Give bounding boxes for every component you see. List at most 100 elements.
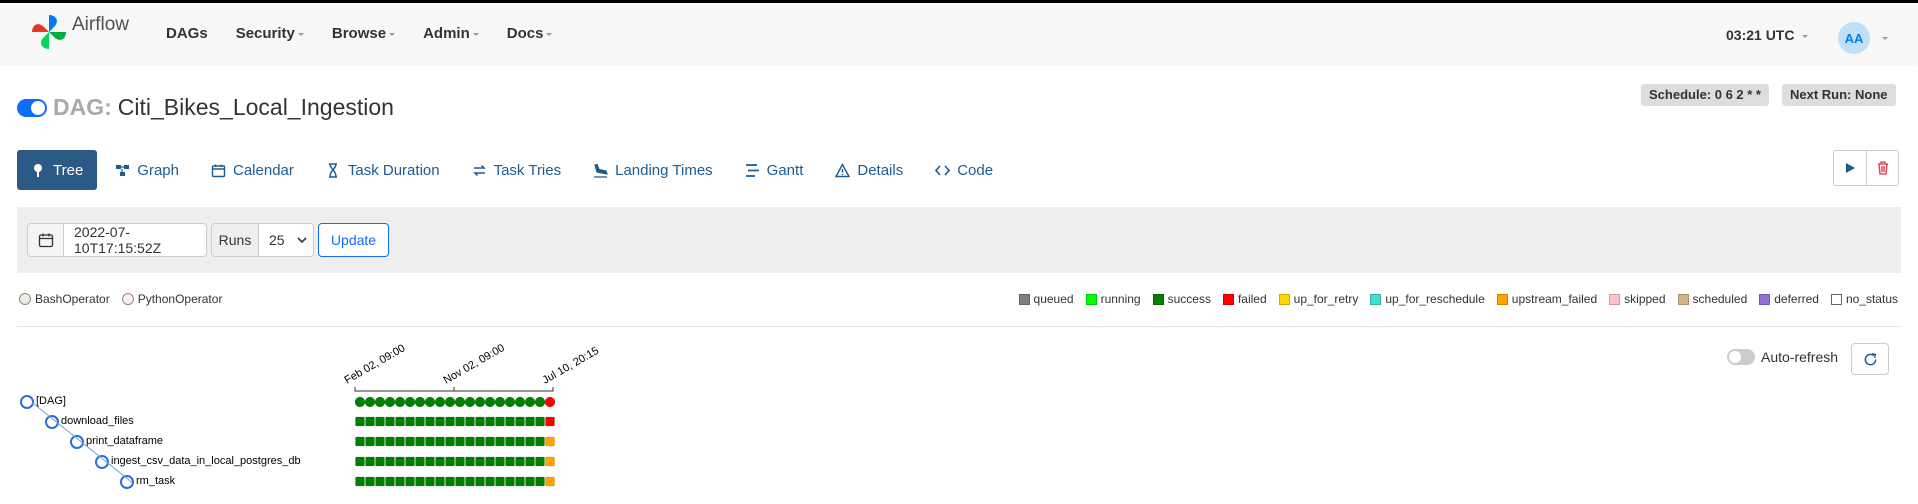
task-instance-cell[interactable] <box>445 436 455 447</box>
state-legend-skipped[interactable]: skipped <box>1609 292 1666 306</box>
task-label[interactable]: [DAG] <box>36 395 66 407</box>
task-instance-cell[interactable] <box>445 476 455 487</box>
task-label[interactable]: download_files <box>61 415 134 427</box>
dag-run-marker[interactable] <box>414 396 426 408</box>
task-instance-cell[interactable] <box>485 416 495 427</box>
task-instance-cell[interactable] <box>405 476 415 487</box>
auto-refresh-switch[interactable] <box>1727 349 1755 365</box>
task-instance-cell[interactable] <box>395 456 405 467</box>
task-instance-cell[interactable] <box>395 416 405 427</box>
task-instance-cell[interactable] <box>355 436 365 447</box>
task-instance-cell[interactable] <box>455 476 465 487</box>
task-instance-cell[interactable] <box>465 416 475 427</box>
task-instance-cell[interactable] <box>545 436 555 447</box>
dag-run-marker[interactable] <box>544 396 556 408</box>
dag-pause-toggle[interactable] <box>17 98 47 117</box>
state-legend-no_status[interactable]: no_status <box>1830 292 1898 306</box>
dag-run-marker[interactable] <box>444 396 456 408</box>
tab-code[interactable]: Code <box>921 150 1007 190</box>
task-instance-cell[interactable] <box>505 456 515 467</box>
task-instance-cell[interactable] <box>445 456 455 467</box>
task-instance-cell[interactable] <box>435 456 445 467</box>
tab-task-duration[interactable]: Task Duration <box>312 150 454 190</box>
task-instance-cell[interactable] <box>425 416 435 427</box>
dag-run-marker[interactable] <box>484 396 496 408</box>
task-instance-cell[interactable] <box>505 436 515 447</box>
task-instance-cell[interactable] <box>535 436 545 447</box>
tab-details[interactable]: Details <box>821 150 917 190</box>
task-instance-cell[interactable] <box>365 416 375 427</box>
task-instance-cell[interactable] <box>505 476 515 487</box>
tab-graph[interactable]: Graph <box>101 150 193 190</box>
task-instance-cell[interactable] <box>425 476 435 487</box>
utc-clock[interactable]: 03:21 UTC <box>1726 27 1809 43</box>
task-instance-cell[interactable] <box>495 436 505 447</box>
task-instance-cell[interactable] <box>425 436 435 447</box>
nav-docs[interactable]: Docs <box>507 25 553 42</box>
task-instance-cell[interactable] <box>385 476 395 487</box>
tab-tree[interactable]: Tree <box>17 150 98 190</box>
task-instance-cell[interactable] <box>355 416 365 427</box>
task-instance-cell[interactable] <box>415 416 425 427</box>
task-instance-cell[interactable] <box>515 476 525 487</box>
task-instance-cell[interactable] <box>355 476 365 487</box>
task-instance-cell[interactable] <box>415 436 425 447</box>
state-legend-upstream_failed[interactable]: upstream_failed <box>1496 292 1597 306</box>
task-label[interactable]: ingest_csv_data_in_local_postgres_db <box>111 455 301 467</box>
nav-security[interactable]: Security <box>236 25 304 42</box>
task-instance-cell[interactable] <box>455 416 465 427</box>
task-instance-cell[interactable] <box>545 476 555 487</box>
task-instance-cell[interactable] <box>515 456 525 467</box>
dag-run-marker[interactable] <box>524 396 536 408</box>
task-instance-cell[interactable] <box>365 476 375 487</box>
task-instance-cell[interactable] <box>465 436 475 447</box>
state-legend-success[interactable]: success <box>1152 292 1211 306</box>
task-instance-cell[interactable] <box>435 416 445 427</box>
task-instance-cell[interactable] <box>485 476 495 487</box>
dag-run-marker[interactable] <box>534 396 546 408</box>
task-instance-cell[interactable] <box>385 436 395 447</box>
task-instance-cell[interactable] <box>505 416 515 427</box>
state-legend-running[interactable]: running <box>1085 292 1141 306</box>
task-instance-cell[interactable] <box>535 476 545 487</box>
dag-run-marker[interactable] <box>474 396 486 408</box>
task-instance-cell[interactable] <box>405 416 415 427</box>
dag-run-marker[interactable] <box>464 396 476 408</box>
tab-calendar[interactable]: Calendar <box>197 150 308 190</box>
task-instance-cell[interactable] <box>405 456 415 467</box>
dag-run-marker[interactable] <box>394 396 406 408</box>
dag-run-marker[interactable] <box>354 396 366 408</box>
task-instance-cell[interactable] <box>375 416 385 427</box>
task-instance-cell[interactable] <box>445 416 455 427</box>
task-instance-cell[interactable] <box>525 416 535 427</box>
task-instance-cell[interactable] <box>485 436 495 447</box>
refresh-button[interactable] <box>1851 343 1889 375</box>
trigger-dag-button[interactable] <box>1834 151 1866 185</box>
dag-run-marker[interactable] <box>424 396 436 408</box>
task-instance-cell[interactable] <box>465 456 475 467</box>
nav-admin[interactable]: Admin <box>423 25 479 42</box>
dag-run-marker[interactable] <box>434 396 446 408</box>
update-button[interactable]: Update <box>318 223 389 257</box>
task-instance-cell[interactable] <box>515 416 525 427</box>
task-instance-cell[interactable] <box>395 476 405 487</box>
task-instance-cell[interactable] <box>385 456 395 467</box>
state-legend-up_for_reschedule[interactable]: up_for_reschedule <box>1370 292 1485 306</box>
task-instance-cell[interactable] <box>535 456 545 467</box>
task-instance-cell[interactable] <box>515 436 525 447</box>
dag-run-marker[interactable] <box>374 396 386 408</box>
runs-select[interactable]: 25 <box>258 223 314 257</box>
task-instance-cell[interactable] <box>535 416 545 427</box>
state-legend-queued[interactable]: queued <box>1018 292 1074 306</box>
task-instance-cell[interactable] <box>495 476 505 487</box>
base-date-input[interactable]: 2022-07-10T17:15:52Z <box>63 223 207 257</box>
tab-gantt[interactable]: Gantt <box>731 150 818 190</box>
task-label[interactable]: rm_task <box>136 475 175 487</box>
task-instance-cell[interactable] <box>525 456 535 467</box>
state-legend-failed[interactable]: failed <box>1222 292 1267 306</box>
task-label[interactable]: print_dataframe <box>86 435 163 447</box>
task-instance-cell[interactable] <box>485 456 495 467</box>
task-instance-cell[interactable] <box>395 436 405 447</box>
task-instance-cell[interactable] <box>475 476 485 487</box>
user-avatar[interactable]: AA <box>1838 22 1870 54</box>
